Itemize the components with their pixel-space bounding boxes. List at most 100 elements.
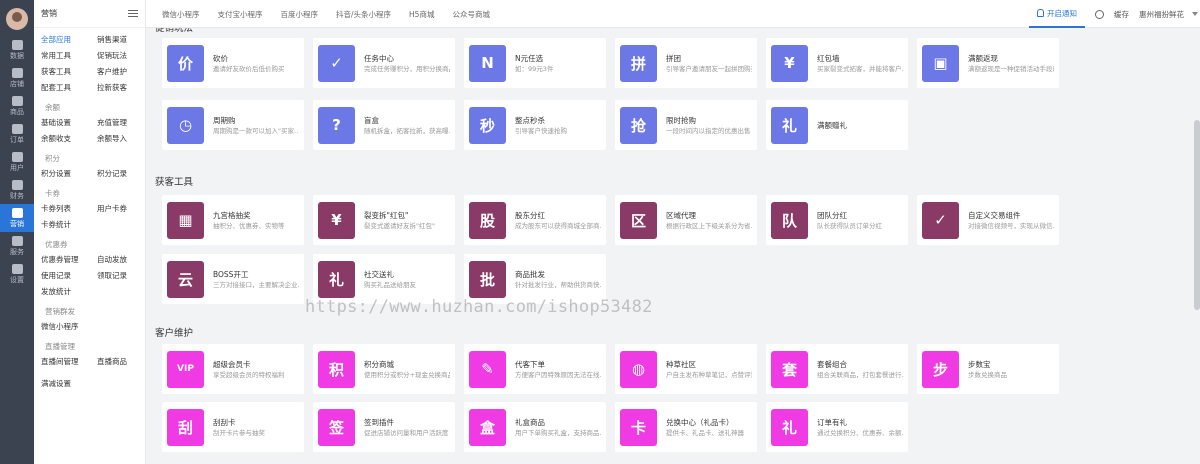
app-icon: ◍ [620,350,657,388]
rail-item-7[interactable]: 服务 [0,232,34,260]
rail-item-4[interactable]: 用户 [0,148,34,176]
app-card[interactable]: 盒礼盒商品 用户下单购买礼盒，支持商品… [464,402,606,452]
app-card[interactable]: ¥ 裂变拆"红包" 裂变式邀请好友拆"红包" [313,195,455,245]
sidebar-group-links: 直播间管理 直播商品 [41,354,145,370]
page-scrollbar-thumb[interactable] [1194,120,1200,310]
app-card[interactable]: 云 BOSS开工 三方对接接口，主要解决企业… [162,254,304,304]
secondary-sidebar: 营销 全部应用 销售渠道 常用工具 促销玩法 获客工具 客户维护 配套工具 拉新获客 余额 基础设… [34,0,146,464]
sidebar-link[interactable]: 用户卡券 [97,201,153,217]
platform-tab[interactable]: H5商城 [409,9,434,20]
rail-item-3[interactable]: 订单 [0,120,34,148]
sidebar-link[interactable]: 积分设置 [41,166,97,182]
app-name: 礼盒商品 [515,417,545,427]
sidebar-link[interactable]: 促销玩法 [97,48,153,64]
app-card[interactable]: 签签到插件 促进店铺访问量和用户活跃度 [313,402,455,452]
sidebar-link[interactable]: 发放统计 [41,284,97,300]
sidebar-link[interactable]: 配套工具 [41,80,97,96]
app-desc: 完成任务赚积分，用积分换商品 [364,64,450,73]
sidebar-link[interactable]: 优惠券管理 [41,252,97,268]
app-card[interactable]: 积积分商城 使用积分或积分+现金兑换商品 [313,344,455,394]
avatar[interactable] [6,8,28,30]
app-card[interactable]: 秒整点秒杀 引导客户快速抢购 [464,100,606,150]
chevron-down-icon[interactable] [1192,12,1198,16]
sidebar-link[interactable]: 余额收支 [41,131,97,147]
app-card[interactable]: 套套餐组合 组合关联商品，打包套餐进行… [766,344,908,394]
sidebar-link[interactable]: 微信小程序 [41,319,97,335]
app-card[interactable]: ? 盲盒 随机拆盒，拓客拉新，获高曝… [313,100,455,150]
app-name: 社交送礼 [364,269,394,279]
app-card[interactable]: 区区域代理 根据行政区上下级关系分为省… [615,195,757,245]
app-card[interactable]: 步步数宝 步数兑换商品 [917,344,1059,394]
rail-item-0[interactable]: 数据 [0,36,34,64]
app-card[interactable]: ✓ 任务中心 完成任务赚积分，用积分换商品 [313,38,455,88]
marketing-icon [11,208,23,218]
download-icon[interactable] [1095,9,1104,19]
store-selector[interactable]: 惠州福扮鲜花 [1139,9,1184,20]
app-card[interactable]: 价砍价 邀请好友砍价后低价购买 [162,38,304,88]
app-desc: 周期购是一款可以加入"买家… [213,126,299,135]
sidebar-link[interactable]: 余额导入 [97,131,153,147]
app-card[interactable]: ◷ 周期购 周期购是一款可以加入"买家… [162,100,304,150]
app-desc: 对接微信视频号，实现从微信… [968,221,1054,230]
platform-tab[interactable]: 支付宝小程序 [218,9,263,20]
app-card[interactable]: 拼拼团 引导客户邀请朋友一起拼团购买 [615,38,757,88]
app-card[interactable]: VIP 超级会员卡 享受超级会员的特权福利 [162,344,304,394]
app-card[interactable]: 队团队分红 队长获得队员订单分红 [766,195,908,245]
cache-button[interactable]: 缓存 [1114,9,1129,20]
rail-item-label: 设置 [10,276,24,284]
rail-item-5[interactable]: 财务 [0,176,34,204]
app-card[interactable]: ✎ 代客下单 方便客户因特殊原因无法在线… [464,344,606,394]
sidebar-link[interactable]: 满减设置 [41,376,97,392]
app-text: 订单有礼 通过兑换积分、优惠券、余额… [817,417,903,438]
app-card[interactable]: ▣ 满额返现满额返现是一种促销活动手段的玩… [917,38,1059,88]
sidebar-link[interactable]: 卡券列表 [41,201,97,217]
sidebar-link[interactable]: 客户维护 [97,64,153,80]
app-card[interactable]: ¥ 红包墙 买家裂变式拓客，并能将客户… [766,38,908,88]
sidebar-link[interactable]: 获客工具 [41,64,97,80]
app-text: 拼团 引导客户邀请朋友一起拼团购买 [666,53,752,74]
app-card[interactable]: 卡兑换中心（礼品卡） 提供卡、礼品卡、送礼神器 [615,402,757,452]
sidebar-link[interactable]: 销售渠道 [97,32,153,48]
sidebar-link[interactable]: 使用记录 [41,268,97,284]
sidebar-link[interactable]: 拉新获客 [97,80,153,96]
app-text: 裂变拆"红包" 裂变式邀请好友拆"红包" [364,210,450,231]
app-center-content: 促销玩法价砍价 邀请好友砍价后低价购买 ✓ 任务中心 完成任务赚积分，用积分换商品 N N元… [146,28,1200,464]
platform-tab[interactable]: 微信小程序 [162,9,200,20]
app-card[interactable]: 股股东分红 成为股东可以获得商城全部商… [464,195,606,245]
platform-tab[interactable]: 百度小程序 [281,9,319,20]
app-icon: VIP [167,350,204,388]
sidebar-link[interactable]: 常用工具 [41,48,97,64]
rail-item-1[interactable]: 店铺 [0,64,34,92]
app-card[interactable]: 抢限时抢购 一段时间内以指定的优惠出售 [615,100,757,150]
app-desc: 一段时间内以指定的优惠出售 [666,126,751,135]
notify-button[interactable]: 开启通知 [1029,0,1085,28]
app-icon: 步 [922,350,959,388]
app-card[interactable]: 刮刮刮卡 刮开卡片参与抽奖 [162,402,304,452]
sidebar-link[interactable]: 卡券统计 [41,217,97,233]
app-card[interactable]: 礼订单有礼 通过兑换积分、优惠券、余额… [766,402,908,452]
rail-item-2[interactable]: 商品 [0,92,34,120]
sidebar-link[interactable]: 直播间管理 [41,354,97,370]
app-card[interactable]: ✓ 自定义交易组件 对接微信视频号，实现从微信… [917,195,1059,245]
sidebar-link[interactable]: 全部应用 [41,32,97,48]
app-desc: 队长获得队员订单分红 [817,221,882,230]
app-card[interactable]: ▦ 九宫格抽奖 抽积分、优惠券、实物等 [162,195,304,245]
rail-item-6[interactable]: 营销 [0,204,34,232]
app-card[interactable]: 礼满额赠礼 [766,100,908,150]
sidebar-link[interactable]: 积分记录 [97,166,153,182]
app-card[interactable]: N N元任选 如：99元3件 [464,38,606,88]
sidebar-link[interactable]: 充值管理 [97,115,153,131]
app-name: 区域代理 [666,210,696,220]
sidebar-link[interactable]: 自动发放 [97,252,153,268]
platform-tab[interactable]: 抖音/头条小程序 [336,9,391,20]
platform-tab[interactable]: 公众号商城 [452,9,490,20]
sidebar-link[interactable]: 领取记录 [97,268,153,284]
app-text: 步数宝 步数兑换商品 [968,359,1054,380]
collapse-menu-icon[interactable] [128,10,138,17]
sidebar-group-links: 全部应用 销售渠道 常用工具 促销玩法 获客工具 客户维护 配套工具 拉新获客 [41,32,145,96]
rail-item-8[interactable]: 设置 [0,260,34,288]
sidebar-link[interactable]: 直播商品 [97,354,153,370]
app-card[interactable]: ◍ 种草社区户自主发布种草笔记，点赞评论… [615,344,757,394]
sidebar-link[interactable]: 基础设置 [41,115,97,131]
sidebar-title: 营销 [41,9,57,18]
